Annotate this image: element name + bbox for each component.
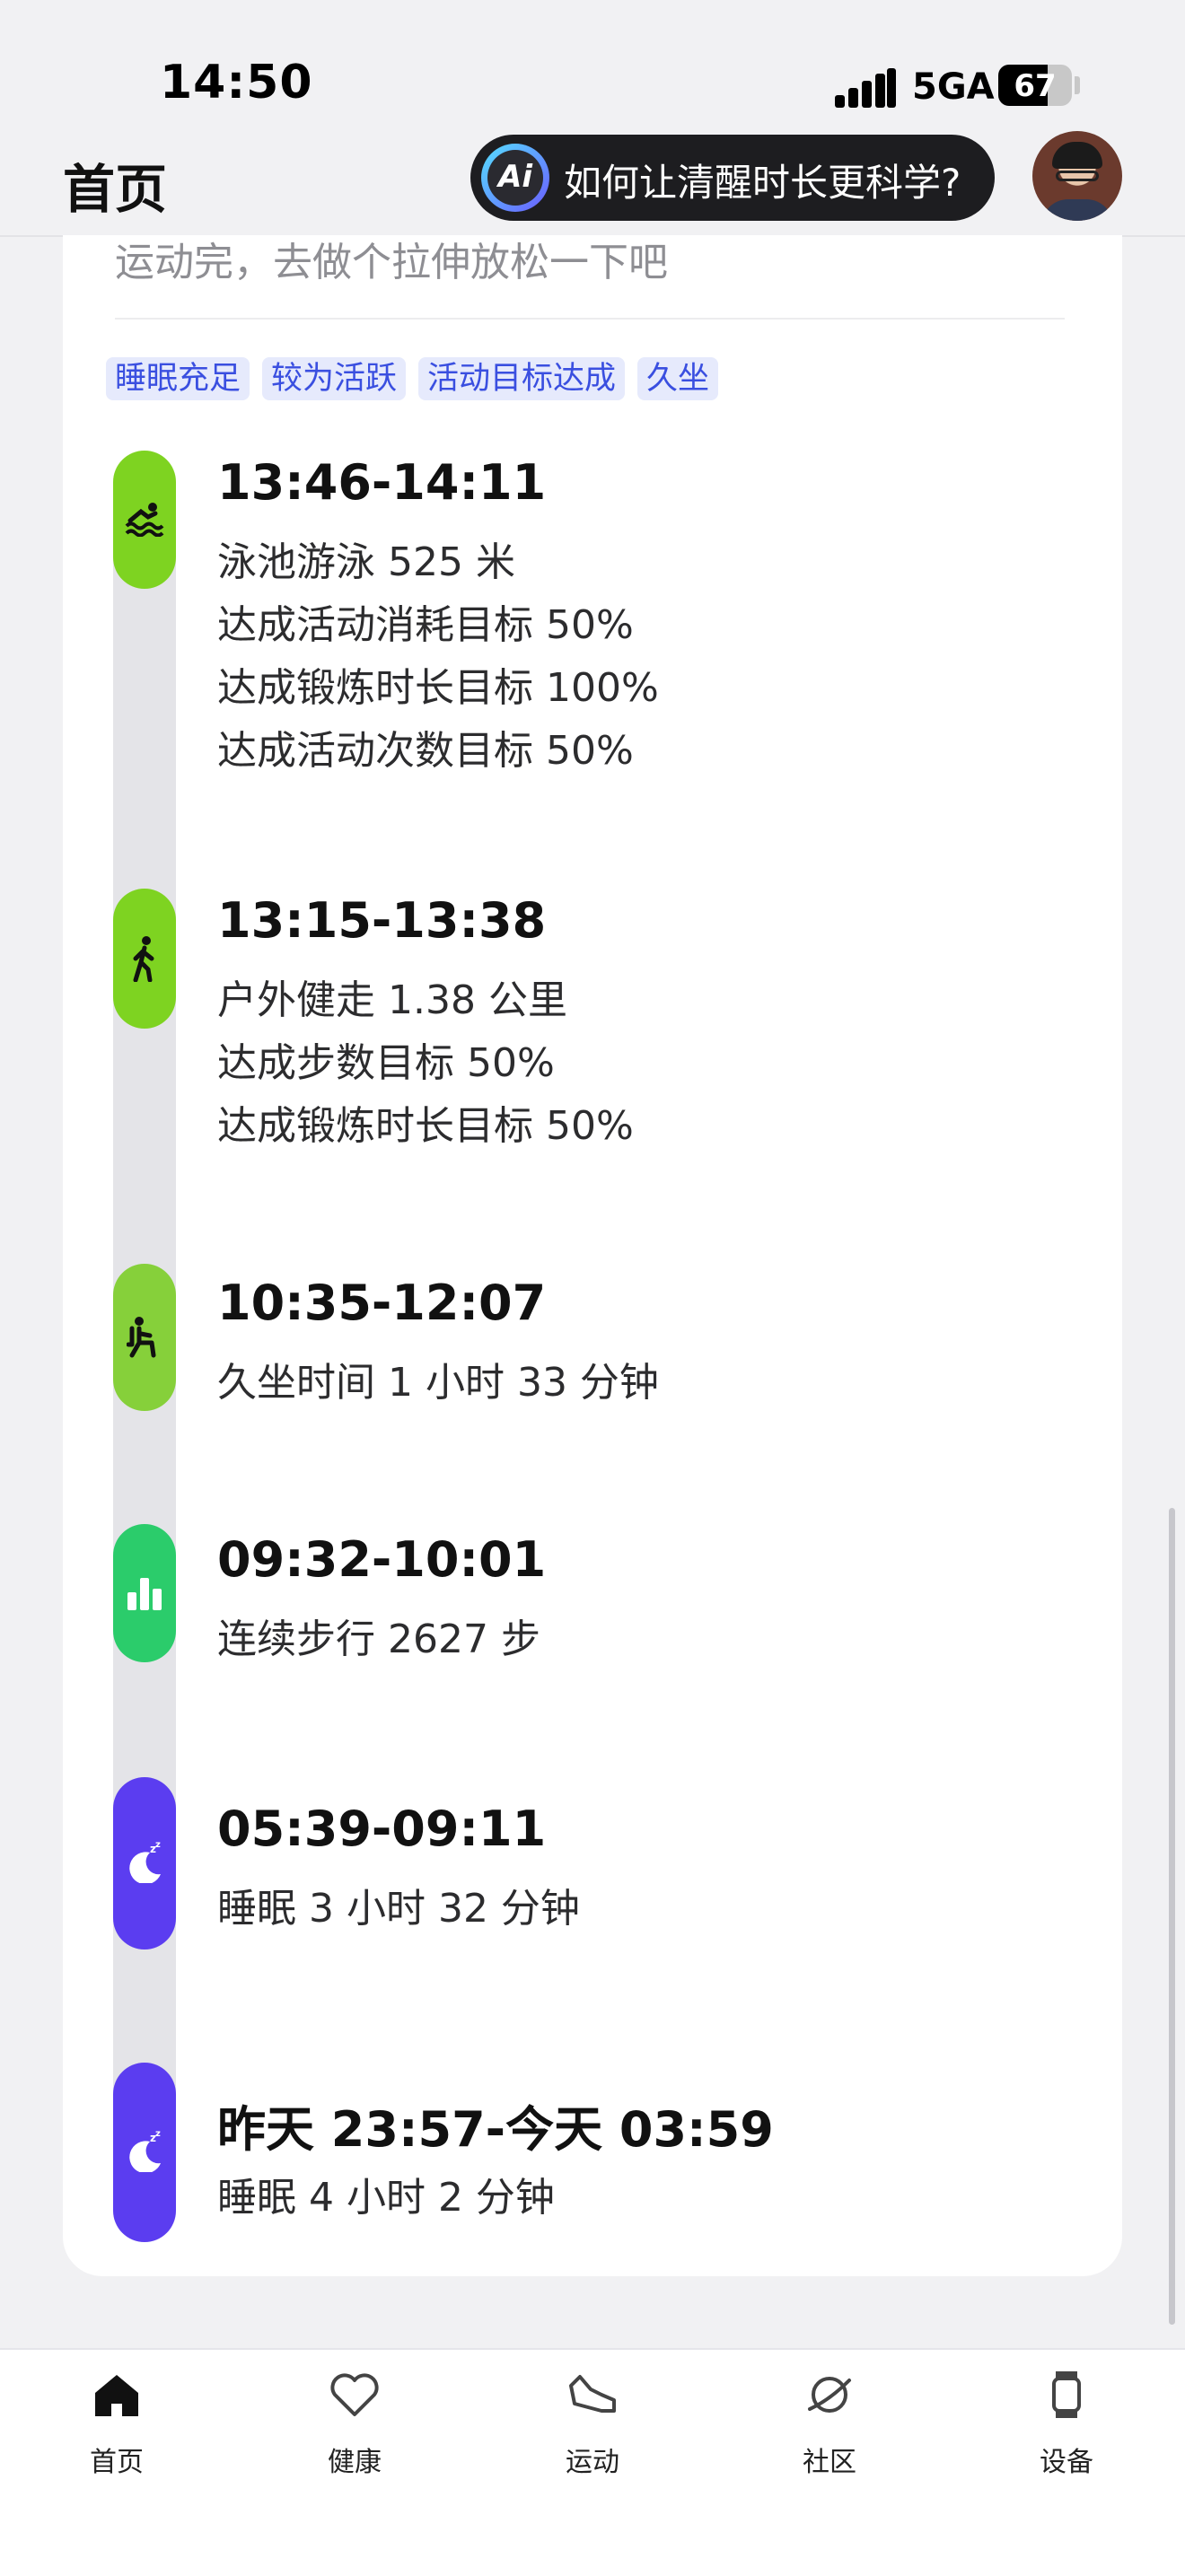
event-detail: 睡眠 4 小时 2 分钟	[217, 2175, 555, 2221]
svg-text:z: z	[155, 1840, 161, 1850]
event-time: 05:39-09:11	[217, 1801, 547, 1857]
event-detail: 连续步行 2627 步	[217, 1617, 540, 1662]
nav-home[interactable]: 首页	[27, 2368, 206, 2478]
heart-icon	[328, 2368, 382, 2422]
planet-icon	[803, 2368, 856, 2422]
sleep-moon-icon: zz	[113, 2129, 176, 2176]
scrollbar[interactable]	[1169, 1508, 1175, 2325]
avatar[interactable]	[1032, 131, 1122, 221]
battery-icon: 67	[998, 65, 1072, 106]
event-time: 昨天 23:57-今天 03:59	[217, 2101, 774, 2158]
tag-sedentary: 久坐	[637, 357, 719, 400]
event-detail: 达成锻炼时长目标 50%	[217, 1103, 634, 1149]
status-time: 14:50	[160, 56, 313, 110]
walking-node[interactable]	[113, 889, 176, 1029]
ai-assistant-prompt[interactable]: 如何让清醒时长更科学?	[564, 153, 961, 207]
tag-goal: 活动目标达成	[418, 357, 626, 400]
page-title: 首页	[63, 159, 168, 220]
battery-level: 67	[1014, 68, 1057, 104]
event-detail: 达成锻炼时长目标 100%	[217, 665, 659, 711]
event-time: 10:35-12:07	[217, 1275, 547, 1331]
tag-active: 较为活跃	[262, 357, 407, 400]
divider	[115, 318, 1065, 320]
nav-label: 健康	[328, 2447, 382, 2478]
network-type: 5GA	[912, 66, 995, 108]
signal-icon	[835, 68, 898, 108]
swimming-node[interactable]	[113, 451, 176, 589]
sedentary-node[interactable]	[113, 1264, 176, 1411]
nav-label: 首页	[90, 2447, 144, 2478]
shoe-icon	[566, 2368, 619, 2422]
home-icon	[90, 2368, 144, 2422]
watch-icon	[1040, 2368, 1093, 2422]
event-detail: 达成活动次数目标 50%	[217, 728, 634, 774]
stretch-tip: 运动完，去做个拉伸放松一下吧	[115, 240, 668, 285]
steps-node[interactable]	[113, 1524, 176, 1662]
tag-sleep: 睡眠充足	[106, 357, 250, 400]
ai-logo-text: Ai	[498, 159, 532, 195]
walking-icon	[113, 935, 176, 986]
sedentary-icon	[113, 1316, 176, 1362]
nav-community[interactable]: 社区	[740, 2368, 919, 2478]
ai-logo-icon[interactable]: Ai	[481, 144, 549, 212]
nav-label: 设备	[1040, 2447, 1093, 2478]
sleep-node[interactable]: zz	[113, 1777, 176, 1950]
event-detail: 户外健走 1.38 公里	[217, 977, 567, 1023]
sleep-node[interactable]: zz	[113, 2063, 176, 2242]
event-time: 09:32-10:01	[217, 1531, 547, 1588]
nav-exercise[interactable]: 运动	[503, 2368, 682, 2478]
event-detail: 达成步数目标 50%	[217, 1040, 555, 1086]
event-time: 13:15-13:38	[217, 892, 547, 949]
event-detail: 久坐时间 1 小时 33 分钟	[217, 1360, 659, 1406]
event-detail: 泳池游泳 525 米	[217, 539, 515, 585]
swimming-icon	[113, 501, 176, 540]
event-detail: 达成活动消耗目标 50%	[217, 602, 634, 648]
nav-label: 社区	[803, 2447, 856, 2478]
nav-health[interactable]: 健康	[265, 2368, 444, 2478]
steps-chart-icon	[113, 1574, 176, 1614]
event-time: 13:46-14:11	[217, 454, 547, 511]
sleep-moon-icon: zz	[113, 1840, 176, 1887]
nav-device[interactable]: 设备	[977, 2368, 1156, 2478]
event-detail: 睡眠 3 小时 32 分钟	[217, 1886, 580, 1932]
svg-text:z: z	[155, 2129, 161, 2139]
nav-label: 运动	[566, 2447, 619, 2478]
battery-tip	[1075, 76, 1080, 94]
